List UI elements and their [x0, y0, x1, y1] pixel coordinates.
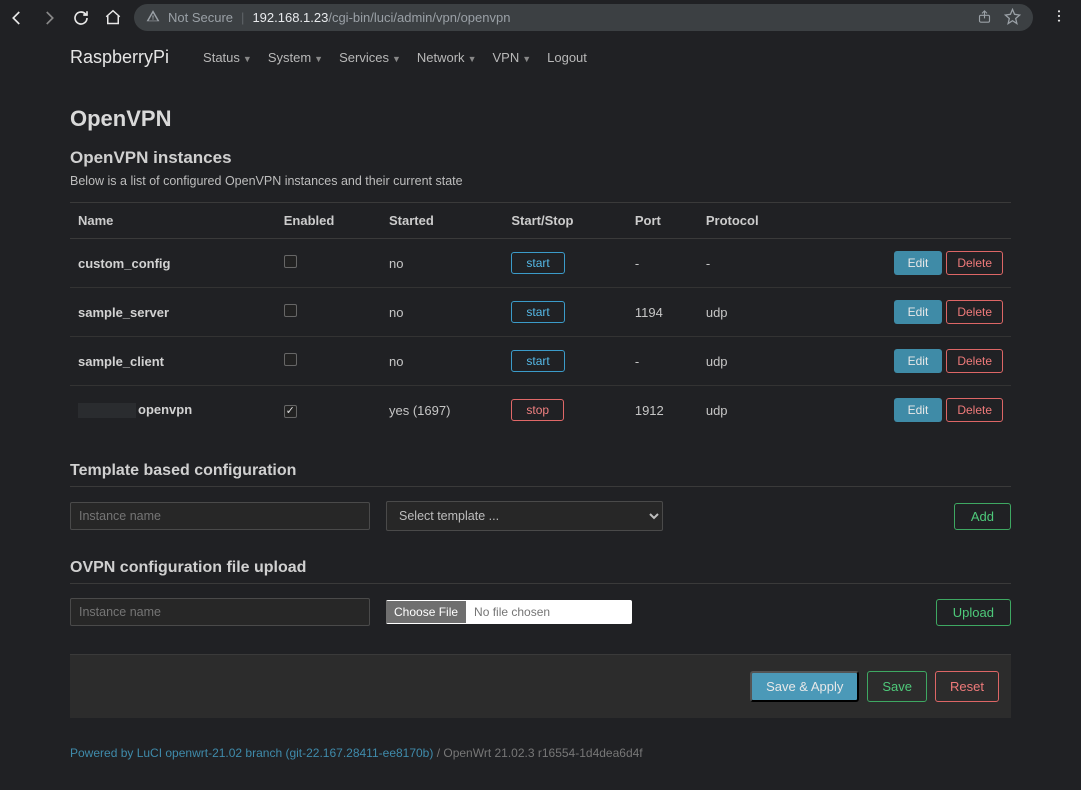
- chevron-down-icon: ▼: [522, 54, 531, 64]
- ovpn-instance-name-input[interactable]: [70, 598, 370, 626]
- enabled-checkbox[interactable]: [284, 255, 297, 268]
- reset-button[interactable]: Reset: [935, 671, 999, 702]
- protocol-cell: -: [698, 239, 807, 288]
- template-title: Template based configuration: [70, 462, 1011, 480]
- chevron-down-icon: ▼: [243, 54, 252, 64]
- col-enabled: Enabled: [276, 203, 381, 239]
- home-icon[interactable]: [104, 9, 122, 27]
- save-button[interactable]: Save: [867, 671, 927, 702]
- protocol-cell: udp: [698, 337, 807, 386]
- forward-icon[interactable]: [40, 9, 58, 27]
- delete-button[interactable]: Delete: [946, 300, 1003, 324]
- protocol-cell: udp: [698, 288, 807, 337]
- page-title: OpenVPN: [70, 106, 1011, 132]
- delete-button[interactable]: Delete: [946, 251, 1003, 275]
- star-icon[interactable]: [1004, 8, 1021, 28]
- choose-file-button[interactable]: Choose File: [386, 601, 466, 623]
- reload-icon[interactable]: [72, 9, 90, 27]
- brand: RaspberryPi: [70, 47, 169, 68]
- port-cell: -: [627, 337, 698, 386]
- url-bar[interactable]: Not Secure | 192.168.1.23/cgi-bin/luci/a…: [134, 4, 1033, 31]
- col-protocol: Protocol: [698, 203, 807, 239]
- top-nav: RaspberryPi Status▼ System▼ Services▼ Netwo…: [70, 35, 1011, 80]
- obscured-prefix: [78, 403, 136, 418]
- col-start-stop: Start/Stop: [503, 203, 626, 239]
- instance-name: sample_client: [70, 337, 276, 386]
- start-button[interactable]: start: [511, 301, 564, 323]
- col-actions: [806, 203, 1011, 239]
- template-select[interactable]: Select template ...: [386, 501, 663, 531]
- share-icon[interactable]: [977, 9, 992, 27]
- upload-button[interactable]: Upload: [936, 599, 1011, 626]
- instance-name: openvpn: [70, 386, 276, 435]
- edit-button[interactable]: Edit: [894, 251, 943, 275]
- edit-button[interactable]: Edit: [894, 349, 943, 373]
- start-button[interactable]: start: [511, 252, 564, 274]
- chevron-down-icon: ▼: [468, 54, 477, 64]
- table-row: sample_client nostart -udp EditDelete: [70, 337, 1011, 386]
- template-instance-name-input[interactable]: [70, 502, 370, 530]
- started-cell: no: [381, 239, 503, 288]
- nav-services[interactable]: Services▼: [339, 50, 401, 65]
- table-row: custom_config nostart -- EditDelete: [70, 239, 1011, 288]
- footer-tail: / OpenWrt 21.02.3 r16554-1d4dea6d4f: [433, 746, 642, 760]
- enabled-checkbox[interactable]: [284, 353, 297, 366]
- protocol-cell: udp: [698, 386, 807, 435]
- ovpn-title: OVPN configuration file upload: [70, 559, 1011, 577]
- col-name: Name: [70, 203, 276, 239]
- add-button[interactable]: Add: [954, 503, 1011, 530]
- warning-icon: [146, 9, 160, 26]
- nav-system[interactable]: System▼: [268, 50, 323, 65]
- browser-toolbar: Not Secure | 192.168.1.23/cgi-bin/luci/a…: [0, 0, 1081, 35]
- back-icon[interactable]: [8, 9, 26, 27]
- table-row: sample_server nostart 1194udp EditDelete: [70, 288, 1011, 337]
- edit-button[interactable]: Edit: [894, 398, 943, 422]
- enabled-checkbox[interactable]: [284, 304, 297, 317]
- started-cell: no: [381, 337, 503, 386]
- footer: Powered by LuCI openwrt-21.02 branch (gi…: [70, 746, 1011, 760]
- port-cell: 1912: [627, 386, 698, 435]
- chevron-down-icon: ▼: [314, 54, 323, 64]
- port-cell: 1194: [627, 288, 698, 337]
- started-cell: no: [381, 288, 503, 337]
- footer-link[interactable]: Powered by LuCI openwrt-21.02 branch (gi…: [70, 746, 433, 760]
- enabled-checkbox[interactable]: [284, 405, 297, 418]
- started-cell: yes (1697): [381, 386, 503, 435]
- instances-desc: Below is a list of configured OpenVPN in…: [70, 174, 1011, 188]
- col-started: Started: [381, 203, 503, 239]
- nav-status[interactable]: Status▼: [203, 50, 252, 65]
- no-file-label: No file chosen: [466, 605, 558, 619]
- instance-name: custom_config: [70, 239, 276, 288]
- start-button[interactable]: start: [511, 350, 564, 372]
- table-row: openvpn yes (1697) stop 1912udp EditDelete: [70, 386, 1011, 435]
- port-cell: -: [627, 239, 698, 288]
- instance-name: sample_server: [70, 288, 276, 337]
- url-text: 192.168.1.23/cgi-bin/luci/admin/vpn/open…: [252, 10, 969, 25]
- chevron-down-icon: ▼: [392, 54, 401, 64]
- stop-button[interactable]: stop: [511, 399, 564, 421]
- instances-title: OpenVPN instances: [70, 148, 1011, 168]
- not-secure-label: Not Secure: [168, 10, 233, 25]
- delete-button[interactable]: Delete: [946, 349, 1003, 373]
- nav-network[interactable]: Network▼: [417, 50, 477, 65]
- browser-menu-icon[interactable]: [1045, 8, 1073, 27]
- nav-vpn[interactable]: VPN▼: [492, 50, 531, 65]
- bottom-bar: Save & Apply Save Reset: [70, 654, 1011, 718]
- delete-button[interactable]: Delete: [946, 398, 1003, 422]
- file-chooser[interactable]: Choose File No file chosen: [386, 600, 632, 624]
- instances-table: NameEnabledStartedStart/StopPortProtocol…: [70, 202, 1011, 434]
- col-port: Port: [627, 203, 698, 239]
- edit-button[interactable]: Edit: [894, 300, 943, 324]
- save-apply-button[interactable]: Save & Apply: [750, 671, 859, 702]
- nav-logout[interactable]: Logout: [547, 50, 587, 65]
